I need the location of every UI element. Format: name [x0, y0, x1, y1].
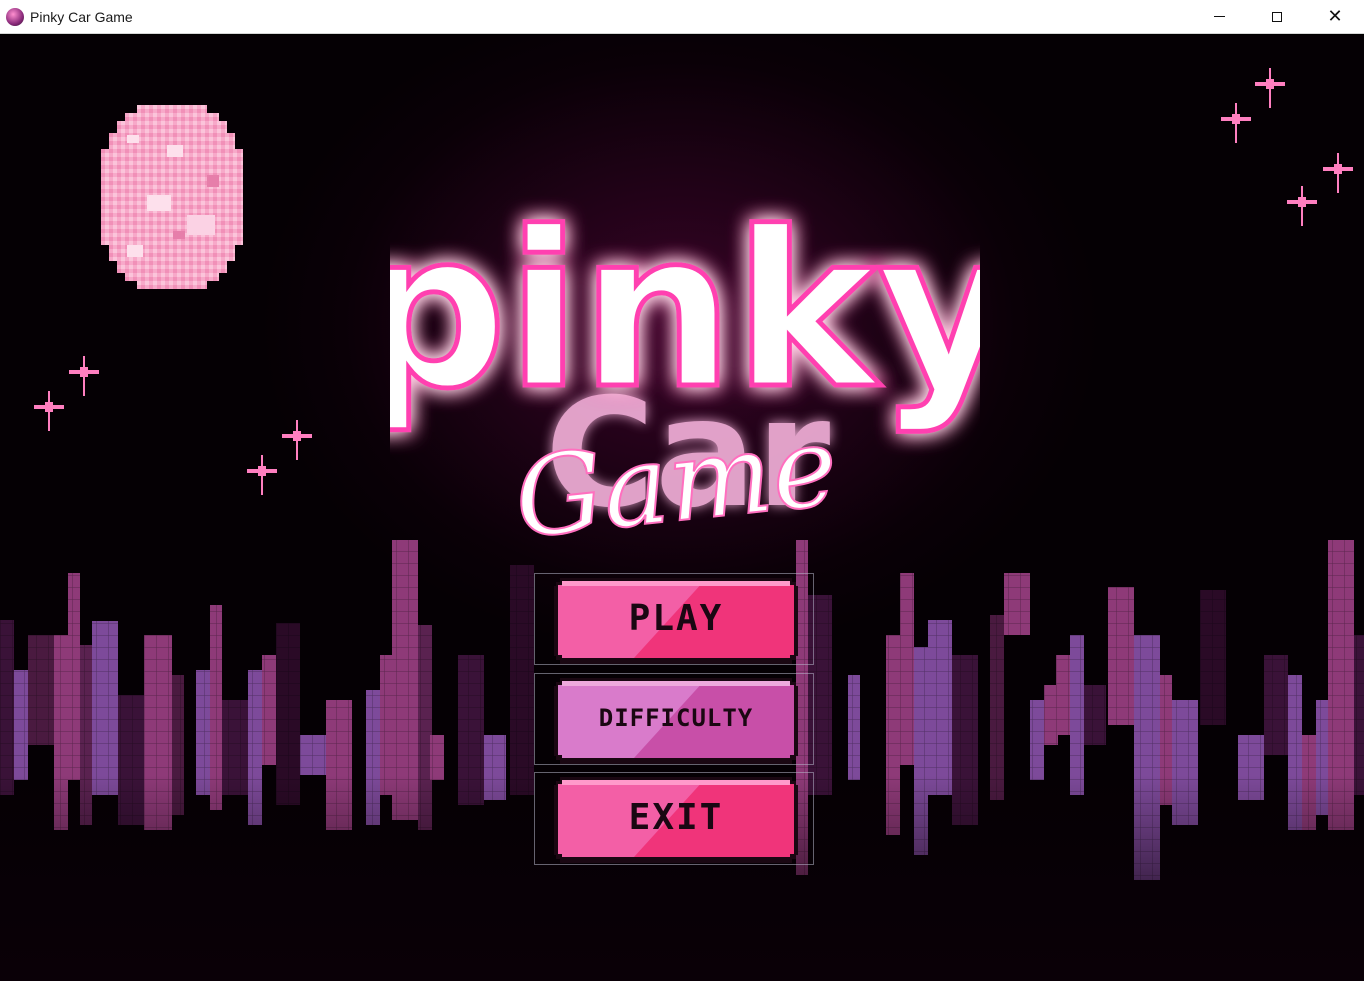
- sparkle-icon: [69, 356, 99, 396]
- skyline-bar-grid: [0, 620, 14, 795]
- skyline-bar-grid: [1200, 590, 1226, 725]
- window-controls: ✕: [1190, 0, 1364, 34]
- skyline-bar-grid: [1056, 655, 1070, 735]
- logo-pinky-text: pinky: [390, 185, 980, 436]
- skyline-bar-grid: [430, 735, 444, 780]
- sparkle-icon: [34, 391, 64, 431]
- difficulty-button[interactable]: DIFFICULTY: [554, 678, 798, 764]
- close-button[interactable]: ✕: [1306, 0, 1364, 34]
- skyline-bar-grid: [380, 655, 392, 795]
- title-bar: Pinky Car Game ✕: [0, 0, 1364, 34]
- game-window: Pinky Car Game ✕ Car pinky Game PLAY DIF…: [0, 0, 1364, 981]
- game-canvas: Car pinky Game PLAY DIFFICULTY EXIT: [0, 35, 1364, 981]
- skyline-bar-grid: [990, 615, 1004, 800]
- skyline-bar-grid: [1030, 700, 1044, 780]
- skyline-bar-grid: [1354, 635, 1364, 795]
- sparkle-icon: [282, 420, 312, 460]
- skyline-bar-grid: [1004, 573, 1030, 635]
- sparkle-icon: [1255, 68, 1285, 108]
- exit-button[interactable]: EXIT: [554, 777, 798, 863]
- skyline-bar-grid: [92, 621, 118, 795]
- play-button[interactable]: PLAY: [554, 578, 798, 664]
- sparkle-icon: [1221, 103, 1251, 143]
- skyline-bar-grid: [848, 675, 860, 780]
- window-title: Pinky Car Game: [30, 8, 133, 25]
- maximize-button[interactable]: [1248, 0, 1306, 34]
- skyline-bar-grid: [1084, 685, 1106, 745]
- difficulty-label: DIFFICULTY: [598, 704, 754, 732]
- exit-label: EXIT: [628, 796, 724, 838]
- sparkle-icon: [247, 455, 277, 495]
- game-logo: Car pinky Game: [390, 183, 980, 564]
- moon-icon: [101, 105, 243, 289]
- skyline-bar-grid: [928, 620, 952, 795]
- skyline-bar-grid: [262, 655, 276, 765]
- skyline-bar-grid: [28, 635, 54, 745]
- skyline-bar-grid: [1264, 655, 1288, 755]
- sparkle-icon: [1287, 186, 1317, 226]
- app-icon: [6, 7, 24, 26]
- skyline-bar-grid: [68, 573, 80, 780]
- skyline-bar-grid: [1108, 587, 1134, 725]
- skyline-bar-grid: [1070, 635, 1084, 795]
- play-label: PLAY: [628, 597, 724, 639]
- skyline-bar-grid: [14, 670, 28, 780]
- skyline-bar-grid: [900, 573, 914, 765]
- skyline-bar-grid: [510, 565, 534, 795]
- skyline-bar-grid: [1044, 685, 1058, 745]
- skyline-bar-grid: [300, 735, 326, 775]
- minimize-button[interactable]: [1190, 0, 1248, 34]
- sparkle-icon: [1323, 153, 1353, 193]
